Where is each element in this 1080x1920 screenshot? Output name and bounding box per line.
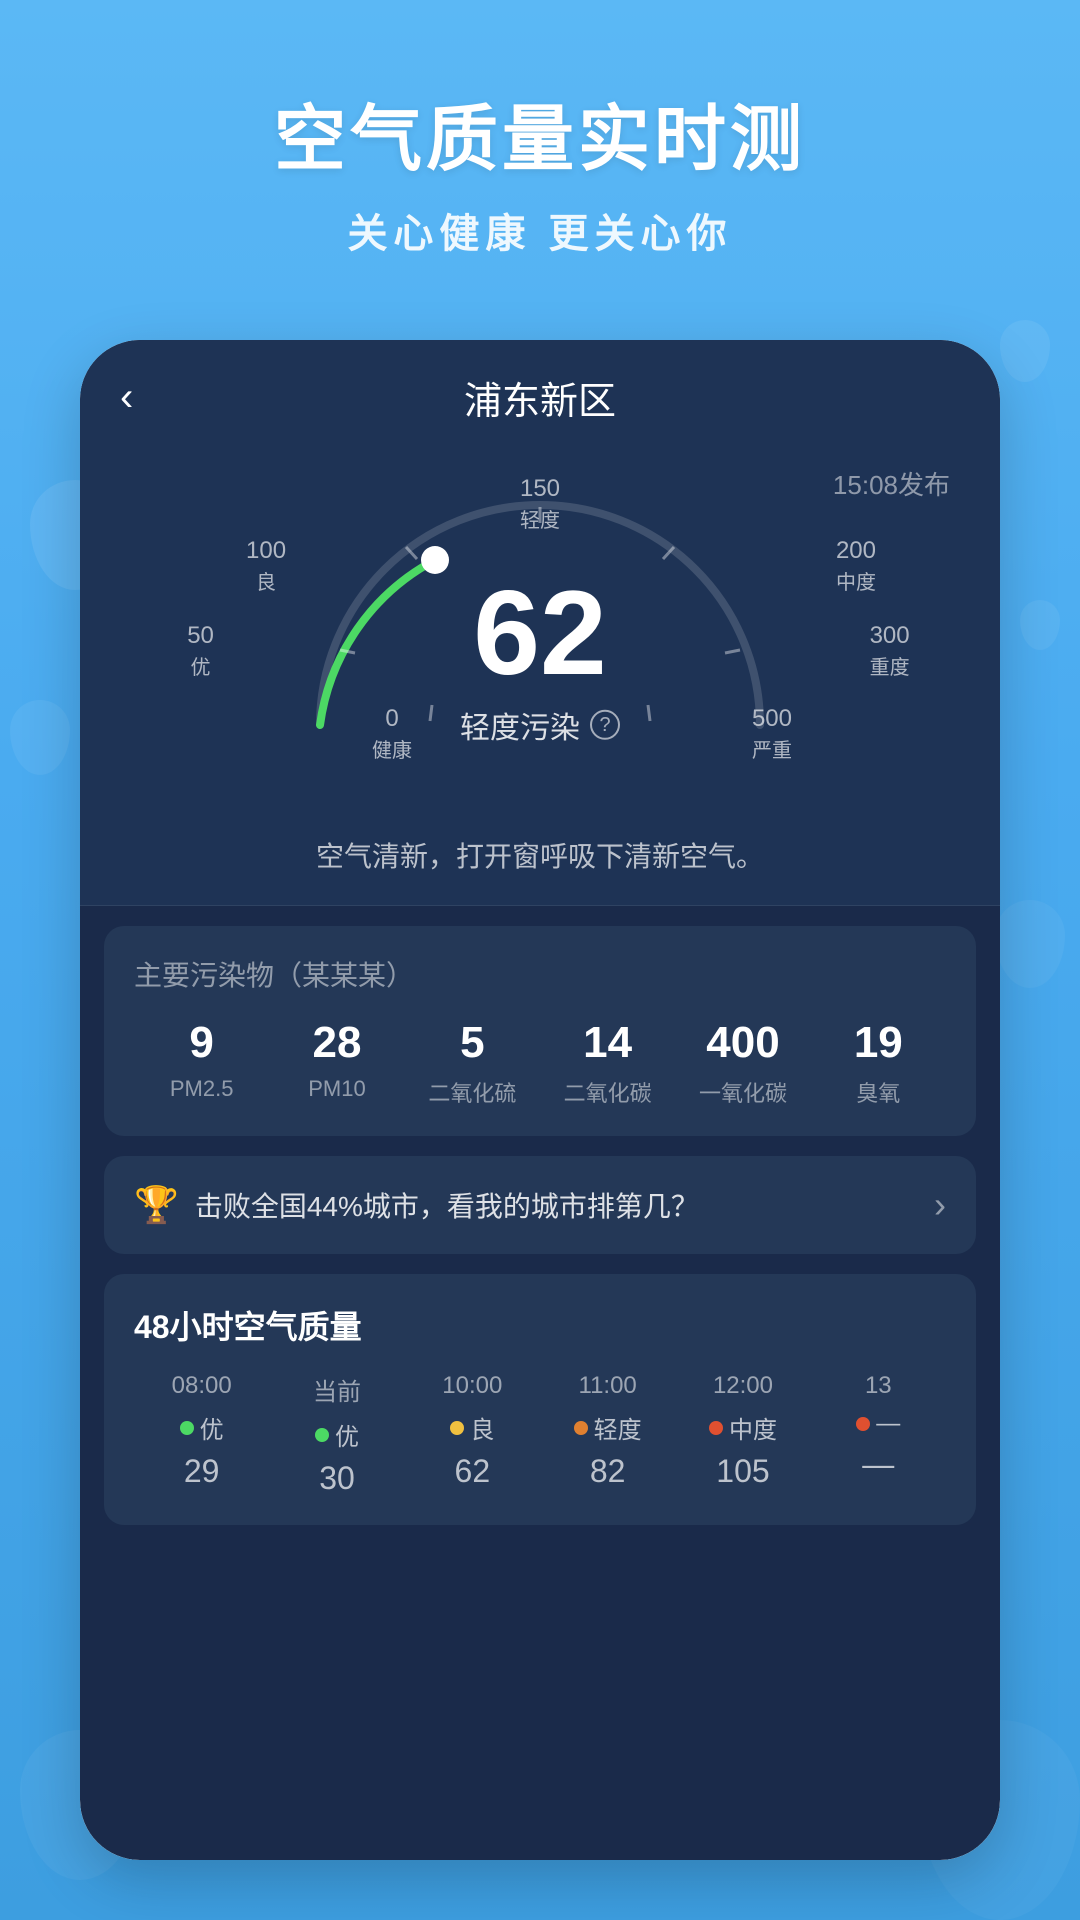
time-value: 30 (269, 1460, 404, 1497)
header-area: 空气质量实时测 关心健康 更关心你 (0, 80, 1080, 259)
quality-label: — (876, 1410, 900, 1438)
time-label: 12:00 (675, 1372, 810, 1400)
trophy-left: 🏆 击败全国44%城市，看我的城市排第几？ (134, 1184, 699, 1226)
time-slot: 10:00 良 62 (405, 1372, 540, 1497)
pollutants-subtitle: （某某某） (274, 960, 414, 991)
pollutant-value: 28 (269, 1018, 404, 1068)
label-200: 200中度 (836, 535, 876, 597)
pollutant-value: 14 (540, 1018, 675, 1068)
time-value: 82 (540, 1453, 675, 1490)
pollutant-name: PM10 (269, 1076, 404, 1102)
quality-label: 良 (470, 1410, 494, 1445)
pollutant-name: 一氧化碳 (675, 1076, 810, 1108)
label-500: 500严重 (752, 703, 792, 765)
time-slot: 13 — — (811, 1372, 946, 1497)
pollutant-value: 5 (405, 1018, 540, 1068)
trophy-text: 击败全国44%城市，看我的城市排第几？ (195, 1185, 699, 1225)
phone-mock: ‹ 浦东新区 15:08发布 (80, 340, 1000, 1860)
time-quality: 优 (269, 1417, 404, 1452)
time-value: — (811, 1446, 946, 1483)
time-quality: 良 (405, 1410, 540, 1445)
time-slot: 当前 优 30 (269, 1372, 404, 1497)
trophy-icon: 🏆 (134, 1184, 179, 1226)
hours-card: 48小时空气质量 08:00 优 29 当前 优 30 10:00 良 62 1… (104, 1274, 976, 1525)
time-slot: 12:00 中度 105 (675, 1372, 810, 1497)
quality-dot (315, 1428, 329, 1442)
time-quality: — (811, 1410, 946, 1438)
quality-label: 优 (200, 1410, 224, 1445)
label-300: 300重度 (870, 620, 910, 682)
quality-label: 优 (335, 1417, 359, 1452)
label-50: 50优 (187, 620, 214, 682)
gauge-center: 62 轻度污染 ? (460, 573, 620, 747)
nav-bar: ‹ 浦东新区 (80, 340, 1000, 445)
pollutant-item: 9 PM2.5 (134, 1018, 269, 1108)
gauge-section: 15:08发布 (80, 445, 1000, 815)
nav-title: 浦东新区 (464, 370, 616, 425)
scroll-content[interactable]: 主要污染物（某某某） 9 PM2.5 28 PM10 5 二氧化硫 14 二氧化… (80, 906, 1000, 1860)
info-icon[interactable]: ? (590, 710, 620, 740)
hours-title: 48小时空气质量 (134, 1302, 946, 1348)
quality-dot (450, 1421, 464, 1435)
time-value: 29 (134, 1453, 269, 1490)
quality-dot (709, 1421, 723, 1435)
time-value: 105 (675, 1453, 810, 1490)
pollutant-name: 臭氧 (811, 1076, 946, 1108)
pollutant-name: 二氧化碳 (540, 1076, 675, 1108)
pollutant-item: 5 二氧化硫 (405, 1018, 540, 1108)
time-value: 62 (405, 1453, 540, 1490)
label-150: 150轻度 (520, 473, 560, 535)
time-quality: 优 (134, 1410, 269, 1445)
gauge-container: 150轻度 100良 200中度 50优 300重度 0健康 500严重 62 … (120, 465, 960, 785)
phone-inner: ‹ 浦东新区 15:08发布 (80, 340, 1000, 1860)
time-quality: 轻度 (540, 1410, 675, 1445)
trophy-arrow-icon: › (934, 1184, 946, 1226)
pollutant-item: 14 二氧化碳 (540, 1018, 675, 1108)
label-0: 0健康 (372, 703, 412, 765)
time-label: 11:00 (540, 1372, 675, 1400)
pollutant-value: 400 (675, 1018, 810, 1068)
pollutants-grid: 9 PM2.5 28 PM10 5 二氧化硫 14 二氧化碳 400 一氧化碳 … (134, 1018, 946, 1108)
time-label: 当前 (269, 1372, 404, 1407)
back-button[interactable]: ‹ (120, 375, 133, 420)
time-quality: 中度 (675, 1410, 810, 1445)
time-slot: 11:00 轻度 82 (540, 1372, 675, 1497)
pollutant-item: 19 臭氧 (811, 1018, 946, 1108)
gauge-status-text: 轻度污染 (460, 703, 580, 747)
pollutants-title: 主要污染物（某某某） (134, 954, 946, 994)
trophy-card[interactable]: 🏆 击败全国44%城市，看我的城市排第几？ › (104, 1156, 976, 1254)
time-label: 08:00 (134, 1372, 269, 1400)
time-label: 13 (811, 1372, 946, 1400)
quality-dot (856, 1417, 870, 1431)
pollutant-item: 28 PM10 (269, 1018, 404, 1108)
gauge-value: 62 (460, 573, 620, 693)
pollutant-value: 9 (134, 1018, 269, 1068)
quality-dot (180, 1421, 194, 1435)
sub-title: 关心健康 更关心你 (0, 201, 1080, 259)
quality-dot (574, 1421, 588, 1435)
main-title: 空气质量实时测 (0, 80, 1080, 185)
pollutant-name: 二氧化硫 (405, 1076, 540, 1108)
pollutants-card: 主要污染物（某某某） 9 PM2.5 28 PM10 5 二氧化硫 14 二氧化… (104, 926, 976, 1136)
quality-label: 中度 (729, 1410, 777, 1445)
advice-text: 空气清新，打开窗呼吸下清新空气。 (80, 815, 1000, 906)
time-label: 10:00 (405, 1372, 540, 1400)
pollutant-name: PM2.5 (134, 1076, 269, 1102)
pollutant-item: 400 一氧化碳 (675, 1018, 810, 1108)
pollutant-value: 19 (811, 1018, 946, 1068)
label-100: 100良 (246, 535, 286, 597)
gauge-status: 轻度污染 ? (460, 703, 620, 747)
time-slot: 08:00 优 29 (134, 1372, 269, 1497)
hours-timeline: 08:00 优 29 当前 优 30 10:00 良 62 11:00 轻度 8… (134, 1372, 946, 1497)
quality-label: 轻度 (594, 1410, 642, 1445)
